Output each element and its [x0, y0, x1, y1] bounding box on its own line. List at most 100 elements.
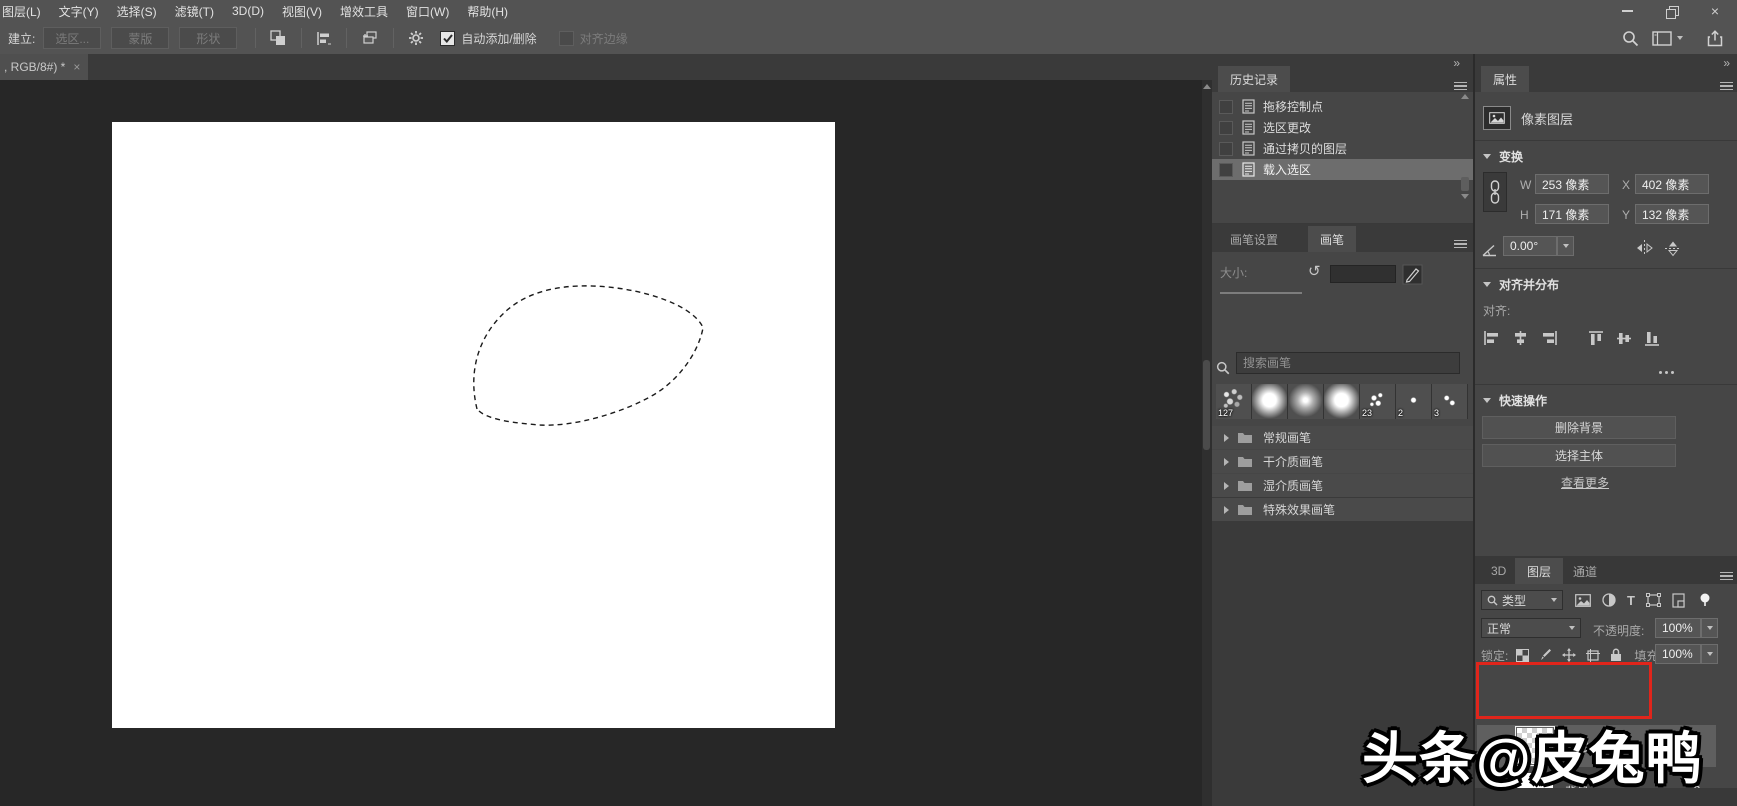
collapse-panels-icon[interactable]: »: [1723, 56, 1730, 70]
share-button[interactable]: [1701, 26, 1729, 50]
workspace-switcher-button[interactable]: [1646, 26, 1689, 50]
history-item-selected[interactable]: 载入选区: [1212, 159, 1473, 180]
filter-shape-layers-icon[interactable]: [1645, 593, 1661, 607]
collapse-panels-icon[interactable]: »: [1453, 56, 1460, 70]
transform-section-header[interactable]: 变换: [1483, 148, 1523, 165]
tab-properties[interactable]: 属性: [1481, 66, 1530, 92]
align-top-button[interactable]: [1588, 326, 1604, 350]
scrollbar-thumb[interactable]: [1461, 177, 1469, 191]
opacity-dropdown[interactable]: [1701, 618, 1718, 638]
history-scrollbar[interactable]: [1460, 94, 1470, 220]
brush-size-slider[interactable]: [1220, 292, 1302, 294]
filter-text-layers-icon[interactable]: T: [1627, 593, 1635, 608]
scrollbar-thumb[interactable]: [1203, 360, 1210, 450]
width-field[interactable]: 253 像素: [1535, 174, 1609, 194]
chevron-right-icon[interactable]: [1224, 481, 1229, 490]
align-section-header[interactable]: 对齐并分布: [1483, 276, 1559, 293]
lock-transparent-pixels-button[interactable]: [1516, 648, 1530, 662]
lock-artboard-nesting-button[interactable]: [1586, 648, 1601, 662]
brush-group-special-effects[interactable]: 特殊效果画笔: [1212, 498, 1473, 521]
make-selection-button[interactable]: 选区...: [43, 27, 102, 49]
tool-settings-button[interactable]: [402, 26, 430, 50]
align-bottom-button[interactable]: [1644, 326, 1660, 350]
flip-horizontal-button[interactable]: [1635, 236, 1654, 260]
brush-search-input[interactable]: [1236, 352, 1460, 374]
make-shape-button[interactable]: 形状: [179, 27, 238, 49]
restore-button[interactable]: [1649, 0, 1693, 22]
scroll-up-arrow[interactable]: [1461, 94, 1469, 99]
tab-brush-settings[interactable]: 画笔设置: [1218, 226, 1290, 252]
path-arrangement-button[interactable]: [355, 26, 385, 50]
menu-help[interactable]: 帮助(H): [458, 3, 517, 20]
menu-filter[interactable]: 滤镜(T): [166, 3, 223, 20]
fill-field[interactable]: 100%: [1655, 644, 1701, 664]
menu-plugins[interactable]: 增效工具: [331, 3, 397, 20]
history-item[interactable]: 通过拷贝的图层: [1212, 138, 1452, 159]
history-source-well[interactable]: [1219, 99, 1233, 114]
lock-image-pixels-button[interactable]: [1539, 648, 1552, 662]
path-operations-button[interactable]: [264, 26, 293, 50]
brush-preset-scatter[interactable]: 127: [1216, 384, 1252, 419]
tab-channels[interactable]: 通道: [1561, 558, 1609, 584]
chevron-right-icon[interactable]: [1224, 505, 1229, 514]
lock-position-button[interactable]: [1562, 648, 1577, 662]
brush-preset-hard-round[interactable]: 3: [1432, 384, 1468, 419]
align-left-button[interactable]: [1483, 326, 1500, 350]
view-more-link[interactable]: 查看更多: [1561, 474, 1609, 491]
align-more-options-button[interactable]: [1653, 360, 1680, 384]
menu-select[interactable]: 选择(S): [108, 3, 166, 20]
brush-preset-soft-round[interactable]: [1324, 384, 1360, 419]
auto-add-delete-option[interactable]: 自动添加/删除: [440, 30, 537, 47]
canvas-vertical-scrollbar[interactable]: [1202, 80, 1212, 806]
x-field[interactable]: 402 像素: [1635, 174, 1709, 194]
close-button[interactable]: ×: [1693, 0, 1737, 22]
filter-adjustment-layers-icon[interactable]: [1602, 593, 1616, 607]
flip-vertical-button[interactable]: [1665, 236, 1681, 260]
brush-preset-hard-round[interactable]: 2: [1396, 384, 1432, 419]
search-button[interactable]: [1616, 26, 1645, 50]
minimize-button[interactable]: [1605, 0, 1649, 22]
tab-3d[interactable]: 3D: [1479, 558, 1518, 584]
lock-all-button[interactable]: [1610, 648, 1622, 662]
scroll-down-arrow[interactable]: [1461, 194, 1469, 199]
align-edges-option[interactable]: 对齐边缘: [558, 30, 628, 47]
menu-window[interactable]: 窗口(W): [397, 3, 458, 20]
scroll-up-arrow[interactable]: [1203, 84, 1211, 89]
brush-group-dry-media[interactable]: 干介质画笔: [1212, 450, 1473, 473]
opacity-field[interactable]: 100%: [1655, 618, 1701, 638]
menu-3d[interactable]: 3D(D): [223, 4, 273, 18]
tab-brushes[interactable]: 画笔: [1308, 226, 1357, 252]
remove-background-button[interactable]: 删除背景: [1482, 416, 1676, 439]
path-alignment-button[interactable]: [310, 26, 338, 50]
blend-mode-select[interactable]: 正常: [1481, 618, 1581, 638]
filter-smart-objects-icon[interactable]: [1672, 592, 1685, 608]
history-item[interactable]: 选区更改: [1212, 117, 1452, 138]
layer-filter-type-select[interactable]: 类型: [1481, 590, 1563, 610]
link-dimensions-toggle[interactable]: [1483, 172, 1507, 212]
align-center-vertical-button[interactable]: [1616, 326, 1632, 350]
align-right-button[interactable]: [1541, 326, 1558, 350]
checkbox-checked-icon[interactable]: [440, 30, 456, 46]
menu-type[interactable]: 文字(Y): [50, 3, 108, 20]
reset-icon[interactable]: ↺: [1308, 262, 1321, 280]
brush-group-wet-media[interactable]: 湿介质画笔: [1212, 474, 1473, 497]
brush-preset-soft-round[interactable]: [1252, 384, 1288, 419]
menu-layer[interactable]: 图层(L): [0, 3, 50, 20]
history-source-well[interactable]: [1219, 162, 1233, 177]
document-tab[interactable]: , RGB/8#) * ×: [0, 54, 89, 80]
filter-pixel-layers-icon[interactable]: [1575, 593, 1591, 607]
brush-preset-soft-round[interactable]: [1288, 384, 1324, 419]
filter-toggle-pin-icon[interactable]: [1700, 593, 1710, 607]
chevron-right-icon[interactable]: [1224, 433, 1229, 442]
canvas-surface[interactable]: [112, 122, 835, 728]
menu-view[interactable]: 视图(V): [273, 3, 331, 20]
brush-group-general[interactable]: 常规画笔: [1212, 426, 1473, 449]
history-source-well[interactable]: [1219, 120, 1233, 135]
fill-dropdown[interactable]: [1701, 644, 1718, 664]
history-source-well[interactable]: [1219, 141, 1233, 156]
align-center-horizontal-button[interactable]: [1512, 326, 1529, 350]
y-field[interactable]: 132 像素: [1635, 204, 1709, 224]
height-field[interactable]: 171 像素: [1535, 204, 1609, 224]
quick-actions-section-header[interactable]: 快速操作: [1483, 392, 1547, 409]
checkbox-unchecked-icon[interactable]: [558, 30, 574, 46]
